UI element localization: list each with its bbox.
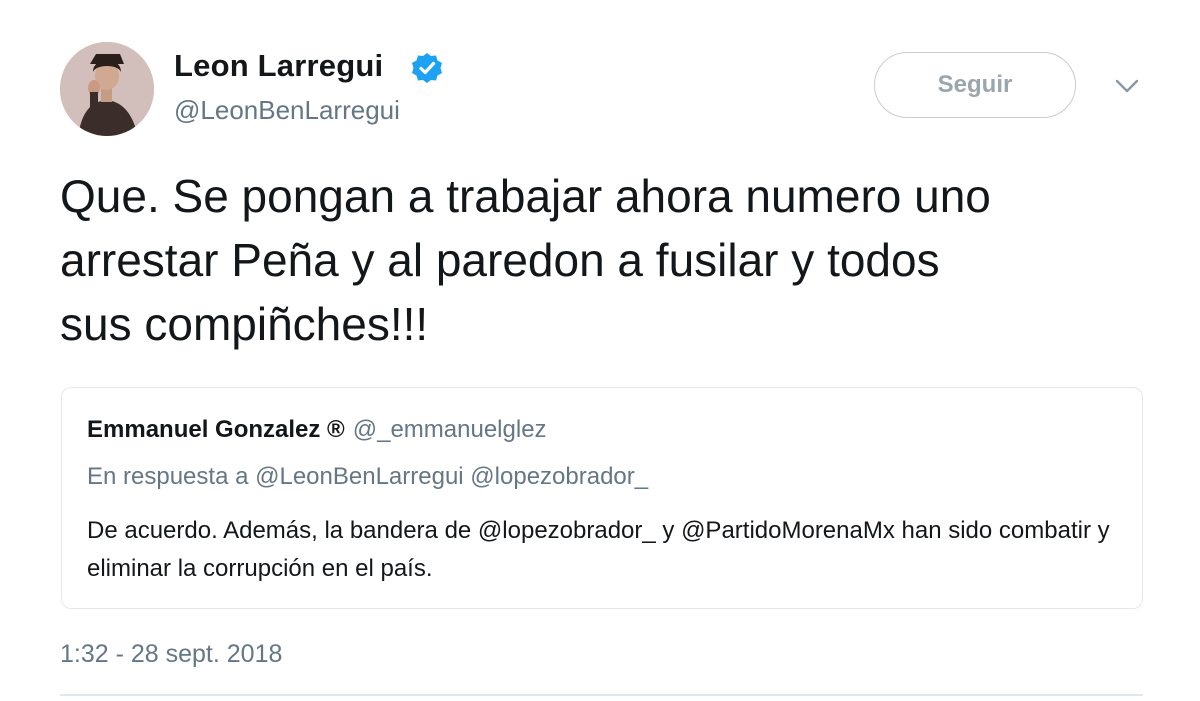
avatar[interactable]	[60, 42, 154, 136]
tweet-text: Que. Se pongan a trabajar ahora numero u…	[60, 170, 991, 350]
avatar-photo	[60, 42, 154, 136]
divider	[60, 694, 1143, 696]
chevron-down-icon[interactable]	[1113, 76, 1141, 96]
quoted-author-handle: @_emmanuelglez	[352, 416, 547, 443]
reply-prefix: En respuesta a	[87, 463, 249, 490]
quoted-author-name: Emmanuel Gonzalez ®	[87, 416, 345, 443]
follow-button[interactable]: Seguir	[874, 52, 1076, 118]
verified-badge-icon	[412, 53, 442, 83]
reply-mention: @LeonBenLarregui	[255, 463, 464, 490]
author-display-name[interactable]: Leon Larregui	[174, 48, 383, 84]
author-handle[interactable]: @LeonBenLarregui	[174, 95, 400, 126]
quoted-tweet-card[interactable]: Emmanuel Gonzalez ® @_emmanuelglez En res…	[61, 387, 1143, 609]
reply-mention: @lopezobrador_	[470, 463, 649, 490]
quoted-tweet-header: Emmanuel Gonzalez ® @_emmanuelglez	[87, 416, 547, 444]
tweet-timestamp[interactable]: 1:32 - 28 sept. 2018	[60, 640, 282, 669]
quoted-reply-context: En respuesta a @LeonBenLarregui @lopezob…	[87, 463, 648, 491]
quoted-tweet-text: De acuerdo. Además, la bandera de @lopez…	[87, 517, 1110, 582]
